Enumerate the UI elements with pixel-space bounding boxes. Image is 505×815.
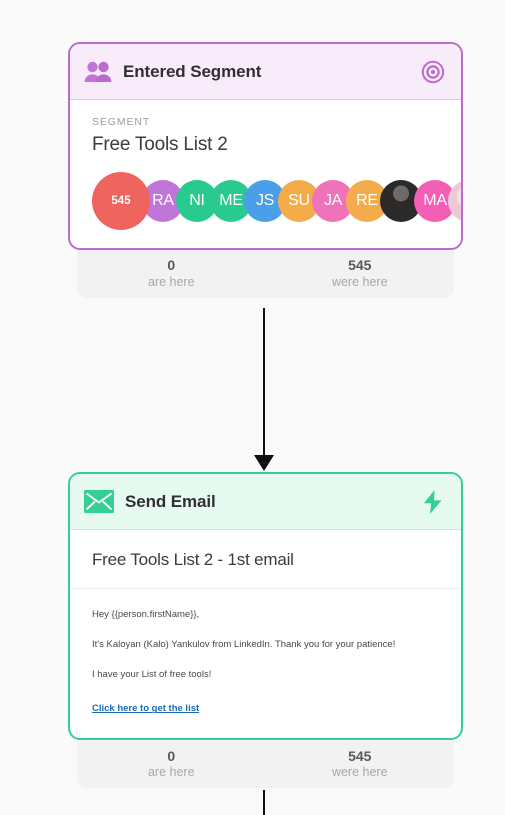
email-subject: Free Tools List 2 - 1st email [92, 550, 294, 569]
avatar-stack[interactable]: 545 RA NI ME JS SU JA RE MA [92, 172, 461, 230]
envelope-icon [84, 490, 114, 513]
card-body-send-email: Free Tools List 2 - 1st email Hey {{pers… [70, 530, 461, 738]
member-count-bubble: 545 [92, 172, 150, 230]
stat-value: 0 [167, 257, 176, 274]
segment-eyebrow-label: SEGMENT [92, 116, 151, 128]
stat-value: 545 [348, 257, 372, 274]
connector-line-1 [263, 308, 265, 460]
stat-label: were here [331, 765, 388, 780]
stat-label: are here [147, 274, 195, 289]
stat-value: 0 [167, 747, 176, 764]
card-header-entered-segment: Entered Segment [70, 44, 461, 100]
stats-bar-send-email: 0 are here 545 were here [77, 734, 455, 789]
segment-name: Free Tools List 2 [92, 134, 228, 155]
target-icon[interactable] [421, 60, 445, 84]
stat-value: 545 [348, 747, 372, 764]
email-preview-line: I have your List of free tools! [92, 668, 212, 680]
people-icon [84, 61, 112, 83]
card-body-entered-segment: SEGMENT Free Tools List 2 545 RA NI ME J… [70, 100, 461, 248]
node-entered-segment[interactable]: Entered Segment SEGMENT Free Tools List … [68, 42, 463, 304]
stat-were-here: 545 were here [266, 257, 455, 290]
card-title: Send Email [125, 491, 216, 511]
lightning-bolt-icon[interactable] [421, 489, 445, 515]
card-title: Entered Segment [123, 61, 262, 81]
connector-arrowhead-1 [254, 455, 274, 471]
stat-were-here: 545 were here [266, 748, 455, 781]
workflow-canvas: Entered Segment SEGMENT Free Tools List … [0, 0, 505, 815]
stat-are-here: 0 are here [77, 748, 266, 781]
connector-line-2 [263, 790, 265, 815]
email-preview: Hey {{person.firstName}}, It's Kaloyan (… [70, 589, 461, 738]
card-send-email: Send Email Free Tools List 2 - 1st email… [68, 472, 463, 741]
card-entered-segment: Entered Segment SEGMENT Free Tools List … [68, 42, 463, 250]
email-preview-line: Hey {{person.firstName}}, [92, 609, 200, 620]
stat-are-here: 0 are here [77, 257, 266, 290]
stat-label: are here [147, 765, 195, 780]
card-header-send-email: Send Email [70, 474, 461, 530]
email-cta-link[interactable]: Click here to get the list [92, 703, 199, 714]
stat-label: were here [331, 274, 388, 289]
email-preview-line: It's Kaloyan (Kalo) Yankulov from Linked… [92, 638, 396, 650]
stats-bar-entered-segment: 0 are here 545 were here [77, 244, 454, 298]
node-send-email[interactable]: Send Email Free Tools List 2 - 1st email… [68, 472, 463, 794]
